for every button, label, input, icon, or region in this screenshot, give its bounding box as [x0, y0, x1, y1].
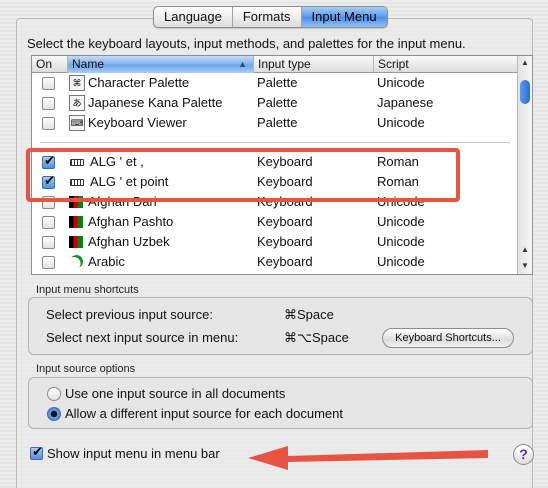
table-row[interactable]: Afghan Pashto Keyboard Unicode [32, 212, 518, 232]
kana-palette-icon: あ [69, 95, 85, 111]
table-row[interactable]: あ Japanese Kana Palette Palette Japanese [32, 93, 518, 113]
scroll-down-icon[interactable]: ▼ [521, 261, 529, 270]
scrollbar-thumb[interactable] [520, 80, 530, 104]
tab-formats[interactable]: Formats [233, 7, 302, 27]
keyboard-viewer-icon: ⌨ [69, 115, 85, 131]
table-row[interactable]: Arabic Keyboard Unicode [32, 252, 518, 272]
prev-source-shortcut: ⌘Space [284, 307, 334, 322]
prev-source-label: Select previous input source: [46, 307, 213, 322]
tab-input-menu[interactable]: Input Menu [301, 7, 387, 27]
show-input-menu-checkbox[interactable] [30, 444, 43, 460]
row-type: Keyboard [257, 234, 313, 249]
table-row[interactable]: ⌨ Keyboard Viewer Palette Unicode [32, 113, 518, 133]
column-header-on[interactable]: On [32, 56, 68, 73]
character-palette-icon: ⌘ [69, 75, 85, 91]
next-source-shortcut: ⌘⌥Space [284, 330, 349, 345]
row-type: Keyboard [257, 214, 313, 229]
row-type: Palette [257, 115, 298, 130]
sort-ascending-icon: ▲ [238, 59, 247, 69]
row-name: Afghan Uzbek [88, 234, 170, 249]
help-icon[interactable]: ? [513, 444, 534, 465]
annotation-arrow [248, 446, 488, 470]
row-name: Afghan Pashto [88, 214, 174, 229]
table-row[interactable]: ⌘ Character Palette Palette Unicode [32, 73, 518, 93]
row-name: Character Palette [88, 75, 190, 90]
row-script: Unicode [377, 115, 425, 130]
table-header: On Name ▲ Input type Script [32, 56, 518, 73]
tab-language[interactable]: Language [154, 7, 233, 27]
row-checkbox[interactable] [42, 216, 55, 229]
row-name: Arabic [88, 254, 125, 269]
shortcuts-group-title: Input menu shortcuts [36, 284, 139, 296]
options-group [28, 377, 533, 429]
one-source-label: Use one input source in all documents [65, 386, 286, 401]
tab-bar: Language Formats Input Menu [153, 6, 388, 28]
row-script: Unicode [377, 234, 425, 249]
keyboard-shortcuts-button[interactable]: Keyboard Shortcuts... [382, 328, 514, 348]
row-checkbox[interactable] [42, 236, 55, 249]
one-source-radio[interactable] [47, 387, 61, 401]
row-checkbox[interactable] [42, 97, 55, 110]
table-row[interactable]: Afghan Uzbek Keyboard Unicode [32, 232, 518, 252]
row-type: Keyboard [257, 254, 313, 269]
row-type: Palette [257, 95, 298, 110]
per-document-label: Allow a different input source for each … [65, 406, 343, 421]
row-script: Japanese [377, 95, 434, 110]
annotation-highlight-box [26, 148, 460, 202]
afghan-flag-icon [69, 236, 83, 248]
column-header-input-type[interactable]: Input type [254, 56, 374, 73]
crescent-icon [68, 253, 85, 270]
row-script: Unicode [377, 254, 425, 269]
row-name: Japanese Kana Palette [88, 95, 223, 110]
row-type: Palette [257, 75, 298, 90]
afghan-flag-icon [69, 216, 83, 228]
show-input-menu-label: Show input menu in menu bar [47, 446, 220, 461]
row-script: Unicode [377, 75, 425, 90]
column-header-name-label: Name [72, 57, 105, 71]
row-checkbox[interactable] [42, 117, 55, 130]
table-separator [40, 142, 510, 143]
row-checkbox[interactable] [42, 256, 55, 269]
per-document-radio[interactable] [47, 407, 61, 421]
scroll-up-icon[interactable]: ▲ [521, 245, 529, 254]
next-source-label: Select next input source in menu: [46, 330, 239, 345]
options-group-title: Input source options [36, 363, 136, 375]
scroll-cap-icon: ▲ [521, 58, 529, 67]
column-header-name[interactable]: Name ▲ [68, 56, 254, 73]
row-script: Unicode [377, 214, 425, 229]
table-scrollbar[interactable]: ▲ ▲ ▼ [517, 56, 532, 274]
row-name: Keyboard Viewer [88, 115, 187, 130]
instructions-text: Select the keyboard layouts, input metho… [27, 36, 466, 51]
column-header-script[interactable]: Script [374, 56, 518, 73]
row-checkbox[interactable] [42, 77, 55, 90]
